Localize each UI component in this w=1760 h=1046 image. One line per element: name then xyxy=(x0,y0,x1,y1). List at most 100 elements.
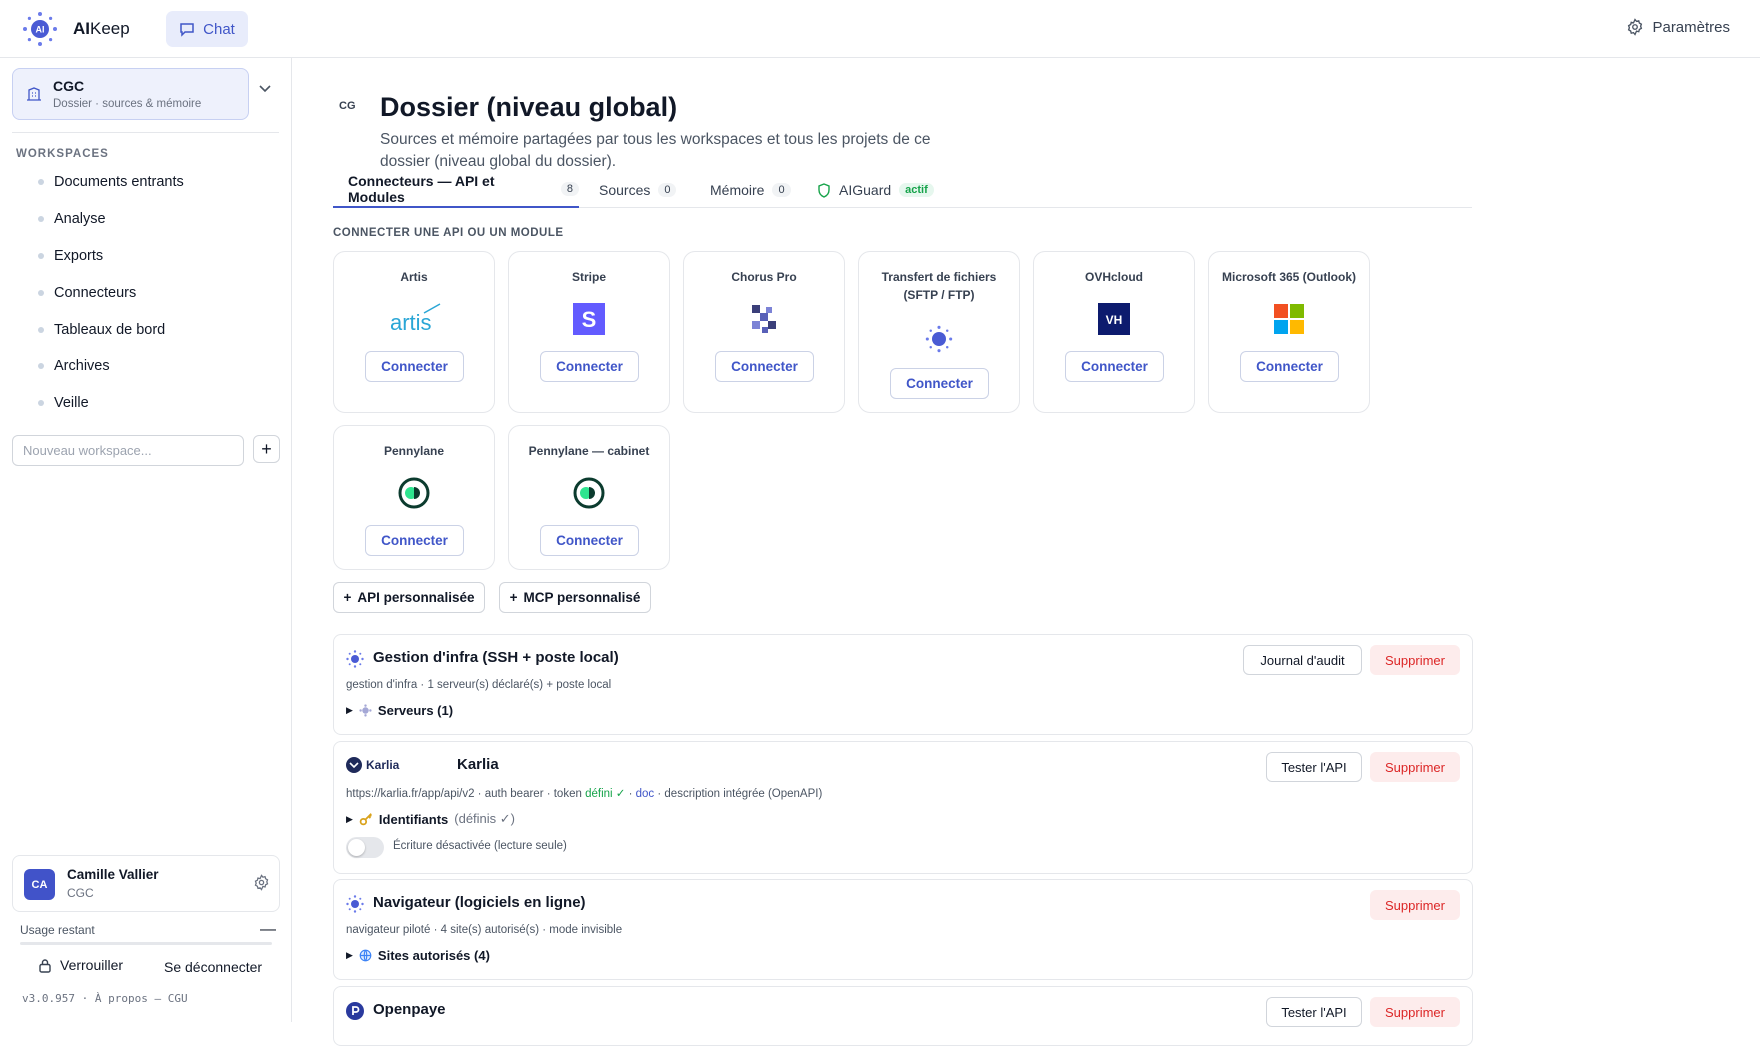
custom-mcp-label: MCP personnalisé xyxy=(523,590,641,605)
user-org: CGC xyxy=(67,886,94,900)
connector-card-stripe: Stripe S Connecter xyxy=(508,251,670,413)
bullet-dot xyxy=(38,326,44,333)
connector-panel-karlia: Karlia Karlia https://karlia.fr/app/api/… xyxy=(333,741,1473,874)
delete-button[interactable]: Supprimer xyxy=(1370,645,1460,675)
connect-button[interactable]: Connecter xyxy=(365,351,464,382)
connector-name: Artis xyxy=(400,270,428,284)
user-name: Camille Vallier xyxy=(67,867,159,882)
divider xyxy=(12,132,279,133)
version-info[interactable]: v3.0.957 · À propos — CGU xyxy=(22,992,188,1005)
logout-button[interactable]: Se déconnecter xyxy=(164,959,262,975)
connector-card-pennylane: Pennylane Connecter xyxy=(333,425,495,570)
doc-link[interactable]: doc xyxy=(636,788,655,800)
connector-name: Pennylane xyxy=(383,444,445,458)
workspace-item[interactable]: Veille xyxy=(38,385,184,422)
workspace-item[interactable]: Analyse xyxy=(38,201,184,238)
workspace-item[interactable]: Archives xyxy=(38,348,184,385)
connect-button[interactable]: Connecter xyxy=(540,351,639,382)
usage-collapse-button[interactable]: — xyxy=(260,921,276,939)
connect-button[interactable]: Connecter xyxy=(890,368,989,399)
lock-button[interactable]: Verrouiller xyxy=(38,957,123,973)
connect-button[interactable]: Connecter xyxy=(365,525,464,556)
connector-card-artis: Artis artis Connecter xyxy=(333,251,495,413)
custom-api-button[interactable]: + API personnalisée xyxy=(333,582,485,613)
workspace-label: Analyse xyxy=(54,211,106,228)
new-workspace-input[interactable] xyxy=(12,435,244,466)
test-api-button[interactable]: Tester l'API xyxy=(1266,752,1362,782)
plus-icon: + xyxy=(261,438,272,459)
workspace-item[interactable]: Exports xyxy=(38,238,184,275)
pennylane-logo-icon xyxy=(334,476,494,510)
settings-button[interactable]: Paramètres xyxy=(1626,18,1730,36)
connect-button[interactable]: Connecter xyxy=(1240,351,1339,382)
org-subtitle: Dossier · sources & mémoire xyxy=(53,98,202,110)
custom-mcp-button[interactable]: + MCP personnalisé xyxy=(499,582,651,613)
credentials-expander[interactable]: ▶ Identifiants (définis ✓) xyxy=(346,811,515,827)
workspace-label: Exports xyxy=(54,247,104,264)
expander-label: Sites autorisés (4) xyxy=(377,948,490,963)
triangle-right-icon: ▶ xyxy=(346,950,353,960)
delete-button[interactable]: Supprimer xyxy=(1370,890,1460,920)
tab-label: Sources xyxy=(599,182,651,198)
panel-meta: gestion d'infra · 1 serveur(s) déclaré(s… xyxy=(346,679,612,691)
chevron-down-icon[interactable] xyxy=(258,84,272,94)
triangle-right-icon: ▶ xyxy=(346,813,353,824)
delete-button[interactable]: Supprimer xyxy=(1370,997,1460,1027)
user-card[interactable]: CA Camille Vallier CGC xyxy=(12,855,280,912)
usage-label: Usage restant xyxy=(20,923,95,937)
connector-panel-browser: Navigateur (logiciels en ligne) navigate… xyxy=(333,879,1473,980)
plus-icon: + xyxy=(509,590,518,605)
connect-button[interactable]: Connecter xyxy=(540,525,639,556)
bullet-dot xyxy=(38,179,44,186)
tab-connecteurs[interactable]: Connecteurs — API et Modules 8 xyxy=(333,173,579,208)
aikeep-logo-icon xyxy=(346,650,364,668)
connect-button[interactable]: Connecter xyxy=(715,351,814,382)
panel-title: Navigateur (logiciels en ligne) xyxy=(373,894,586,911)
expander-label: Identifiants xyxy=(378,811,449,827)
expander-label: Serveurs (1) xyxy=(377,703,454,718)
stripe-letter: S xyxy=(582,307,597,332)
connector-name: OVHcloud xyxy=(1084,270,1143,284)
connect-button[interactable]: Connecter xyxy=(1065,351,1164,382)
tab-label: Mémoire xyxy=(710,182,765,198)
connector-name: Stripe xyxy=(571,270,606,284)
brand-light: Keep xyxy=(90,19,130,38)
shield-icon xyxy=(818,182,830,198)
status-badge: actif xyxy=(899,183,934,197)
connector-panel-openpaye: Openpaye Tester l'API Supprimer xyxy=(333,986,1473,1046)
svg-text:AI: AI xyxy=(36,25,45,35)
page-description: Sources et mémoire partagées par tous le… xyxy=(380,131,931,170)
tab-sources[interactable]: Sources 0 xyxy=(599,178,677,208)
connector-name: Chorus Pro xyxy=(731,270,797,284)
write-toggle[interactable] xyxy=(346,837,384,858)
test-api-button[interactable]: Tester l'API xyxy=(1266,997,1362,1027)
workspace-label: Veille xyxy=(54,395,89,412)
audit-log-button[interactable]: Journal d'audit xyxy=(1243,645,1362,675)
karlia-logo-text: Karlia xyxy=(366,758,400,772)
org-selector[interactable]: CGC Dossier · sources & mémoire xyxy=(12,68,249,120)
tab-memoire[interactable]: Mémoire 0 xyxy=(710,178,791,208)
delete-button[interactable]: Supprimer xyxy=(1370,752,1460,782)
openpaye-logo-icon xyxy=(346,1002,364,1020)
workspace-item[interactable]: Documents entrants xyxy=(38,164,184,201)
ovh-letters: VH xyxy=(1106,313,1123,327)
workspace-item[interactable]: Tableaux de bord xyxy=(38,311,184,348)
artis-logo-icon: artis xyxy=(334,302,494,336)
aikeep-logo-icon[interactable]: AI xyxy=(22,11,58,47)
chat-button[interactable]: Chat xyxy=(166,11,248,47)
building-icon xyxy=(27,87,41,101)
tab-aiguard[interactable]: AIGuard actif xyxy=(817,178,934,208)
artis-wordmark: artis xyxy=(390,310,432,335)
connector-card-sftp: Transfert de fichiers (SFTP / FTP) Conne… xyxy=(858,251,1020,413)
page-title: Dossier (niveau global) xyxy=(380,92,678,122)
add-workspace-button[interactable]: + xyxy=(253,435,280,463)
gear-icon[interactable] xyxy=(253,874,270,891)
bullet-dot xyxy=(38,363,44,370)
servers-expander[interactable]: ▶ Serveurs (1) xyxy=(346,703,453,718)
panel-title: Karlia xyxy=(457,756,499,773)
workspace-label: Connecteurs xyxy=(54,284,137,301)
allowed-sites-expander[interactable]: ▶ Sites autorisés (4) xyxy=(346,948,490,963)
workspace-item[interactable]: Connecteurs xyxy=(38,274,184,311)
workspaces-title: WORKSPACES xyxy=(16,148,109,160)
tab-count: 8 xyxy=(560,182,579,196)
